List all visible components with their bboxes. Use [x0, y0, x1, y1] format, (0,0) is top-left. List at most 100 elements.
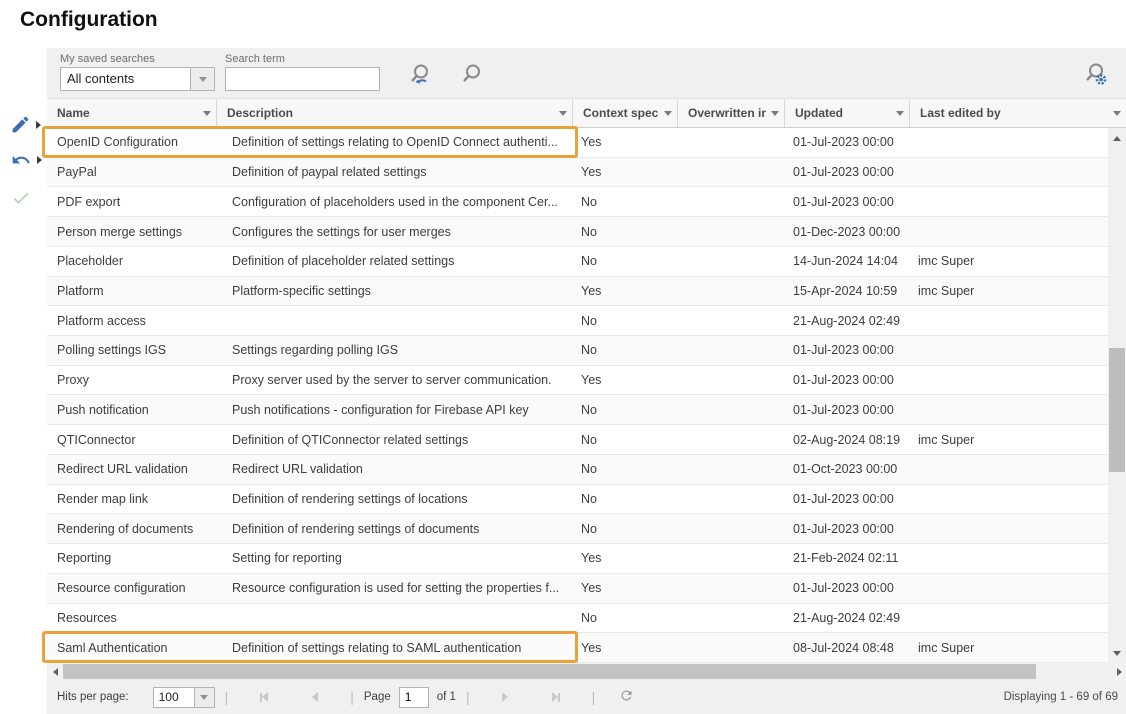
column-menu-icon[interactable]	[659, 111, 677, 116]
table-row[interactable]: Reporting Setting for reporting Yes 21-F…	[47, 544, 1108, 574]
table-row[interactable]: Render map link Definition of rendering …	[47, 485, 1108, 515]
first-page-button[interactable]	[260, 692, 268, 702]
table-row[interactable]: OpenID Configuration Definition of setti…	[47, 128, 1108, 158]
cell-name: Redirect URL validation	[47, 455, 217, 484]
column-header-last-edited-by[interactable]: Last edited by	[910, 99, 1126, 127]
cell-description: Push notifications - configuration for F…	[217, 395, 573, 424]
cell-overwritten-in	[678, 217, 785, 246]
cell-name: Push notification	[47, 395, 217, 424]
cell-last-edited-by	[910, 366, 1108, 395]
table-row[interactable]: Polling settings IGS Settings regarding …	[47, 336, 1108, 366]
search-term-input[interactable]	[225, 67, 380, 91]
edit-button[interactable]	[10, 114, 41, 135]
last-page-button[interactable]	[552, 692, 560, 702]
table-row[interactable]: Redirect URL validation Redirect URL val…	[47, 455, 1108, 485]
cell-overwritten-in	[678, 633, 785, 662]
next-page-button[interactable]	[502, 692, 508, 702]
search-term-label: Search term	[225, 53, 380, 65]
cell-context-specific: Yes	[573, 158, 678, 187]
table-row[interactable]: Platform access No 21-Aug-2024 02:49	[47, 306, 1108, 336]
edit-menu-caret-icon[interactable]	[36, 121, 41, 129]
cell-description: Definition of rendering settings of docu…	[217, 514, 573, 543]
separator: |	[225, 689, 229, 705]
chevron-down-icon	[200, 695, 208, 700]
undo-menu-caret-icon[interactable]	[37, 156, 42, 164]
cell-last-edited-by	[910, 128, 1108, 157]
displaying-count: Displaying 1 - 69 of 69	[1004, 691, 1118, 703]
approve-button[interactable]	[10, 188, 32, 208]
cell-last-edited-by: imc Super	[910, 633, 1108, 662]
cell-overwritten-in	[678, 247, 785, 276]
scroll-down-icon[interactable]	[1108, 645, 1126, 661]
scroll-up-icon[interactable]	[1108, 130, 1126, 146]
table-row[interactable]: PayPal Definition of paypal related sett…	[47, 158, 1108, 188]
saved-searches-dropdown-button[interactable]	[190, 68, 214, 90]
cell-last-edited-by	[910, 395, 1108, 424]
cell-overwritten-in	[678, 455, 785, 484]
scroll-left-icon[interactable]	[47, 663, 63, 680]
table-row[interactable]: Rendering of documents Definition of ren…	[47, 514, 1108, 544]
pager-bar: Hits per page: 100 | | Page of 1 | |	[47, 680, 1126, 714]
action-bar	[0, 48, 47, 714]
column-menu-icon[interactable]	[891, 111, 909, 116]
column-header-context-specific[interactable]: Context specific	[573, 99, 678, 127]
table-row[interactable]: Resources No 21-Aug-2024 02:49	[47, 604, 1108, 634]
column-header-name[interactable]: Name	[47, 99, 217, 127]
separator: |	[592, 689, 596, 705]
table-row[interactable]: Saml Authentication Definition of settin…	[47, 633, 1108, 663]
column-header-updated[interactable]: Updated	[785, 99, 910, 127]
saved-searches-dropdown[interactable]: All contents	[60, 67, 215, 91]
column-menu-icon[interactable]	[766, 111, 784, 116]
page-size-dropdown[interactable]: 100	[153, 687, 215, 708]
cell-overwritten-in	[678, 425, 785, 454]
saved-searches-value: All contents	[61, 68, 190, 90]
undo-button[interactable]	[10, 150, 42, 170]
column-menu-icon[interactable]	[1108, 111, 1126, 116]
cell-overwritten-in	[678, 366, 785, 395]
search-button[interactable]	[457, 61, 487, 96]
cell-updated: 01-Dec-2023 00:00	[785, 217, 910, 246]
page-size-dropdown-button[interactable]	[194, 688, 214, 707]
scroll-right-icon[interactable]	[1111, 663, 1126, 680]
cell-updated: 14-Jun-2024 14:04	[785, 247, 910, 276]
table-row[interactable]: Platform Platform-specific settings Yes …	[47, 277, 1108, 307]
cell-overwritten-in	[678, 514, 785, 543]
table-row[interactable]: PDF export Configuration of placeholders…	[47, 187, 1108, 217]
vertical-scrollbar-thumb[interactable]	[1109, 348, 1125, 472]
cell-name: QTIConnector	[47, 425, 217, 454]
table-row[interactable]: Proxy Proxy server used by the server to…	[47, 366, 1108, 396]
horizontal-scrollbar-thumb[interactable]	[63, 664, 1036, 679]
horizontal-scrollbar[interactable]	[47, 663, 1126, 680]
refresh-button[interactable]	[619, 688, 634, 706]
search-settings-button[interactable]	[1081, 61, 1111, 96]
cell-context-specific: No	[573, 217, 678, 246]
cell-description: Settings regarding polling IGS	[217, 336, 573, 365]
page-number-input[interactable]	[399, 687, 429, 708]
page-title: Configuration	[20, 8, 158, 32]
column-header-description[interactable]: Description	[217, 99, 573, 127]
cell-overwritten-in	[678, 604, 785, 633]
table-body: OpenID Configuration Definition of setti…	[47, 128, 1126, 663]
table-row[interactable]: Person merge settings Configures the set…	[47, 217, 1108, 247]
column-menu-icon[interactable]	[198, 111, 216, 116]
column-menu-icon[interactable]	[554, 111, 572, 116]
search-toolbar: My saved searches All contents Search te…	[47, 48, 1126, 98]
vertical-scrollbar[interactable]	[1108, 128, 1126, 663]
cell-context-specific: No	[573, 604, 678, 633]
table-row[interactable]: QTIConnector Definition of QTIConnector …	[47, 425, 1108, 455]
table-row[interactable]: Resource configuration Resource configur…	[47, 574, 1108, 604]
saved-searches-group: My saved searches All contents	[60, 53, 215, 91]
previous-page-icon	[312, 692, 318, 702]
table-row[interactable]: Placeholder Definition of placeholder re…	[47, 247, 1108, 277]
page-of-label: of 1	[437, 691, 456, 703]
column-header-overwritten-in[interactable]: Overwritten in	[678, 99, 785, 127]
cell-description: Setting for reporting	[217, 544, 573, 573]
cell-context-specific: No	[573, 187, 678, 216]
cell-overwritten-in	[678, 158, 785, 187]
cell-name: Render map link	[47, 485, 217, 514]
table-row[interactable]: Push notification Push notifications - c…	[47, 395, 1108, 425]
cell-overwritten-in	[678, 336, 785, 365]
saved-searches-label: My saved searches	[60, 53, 215, 65]
reset-search-button[interactable]	[405, 61, 435, 96]
previous-page-button[interactable]	[312, 692, 318, 702]
